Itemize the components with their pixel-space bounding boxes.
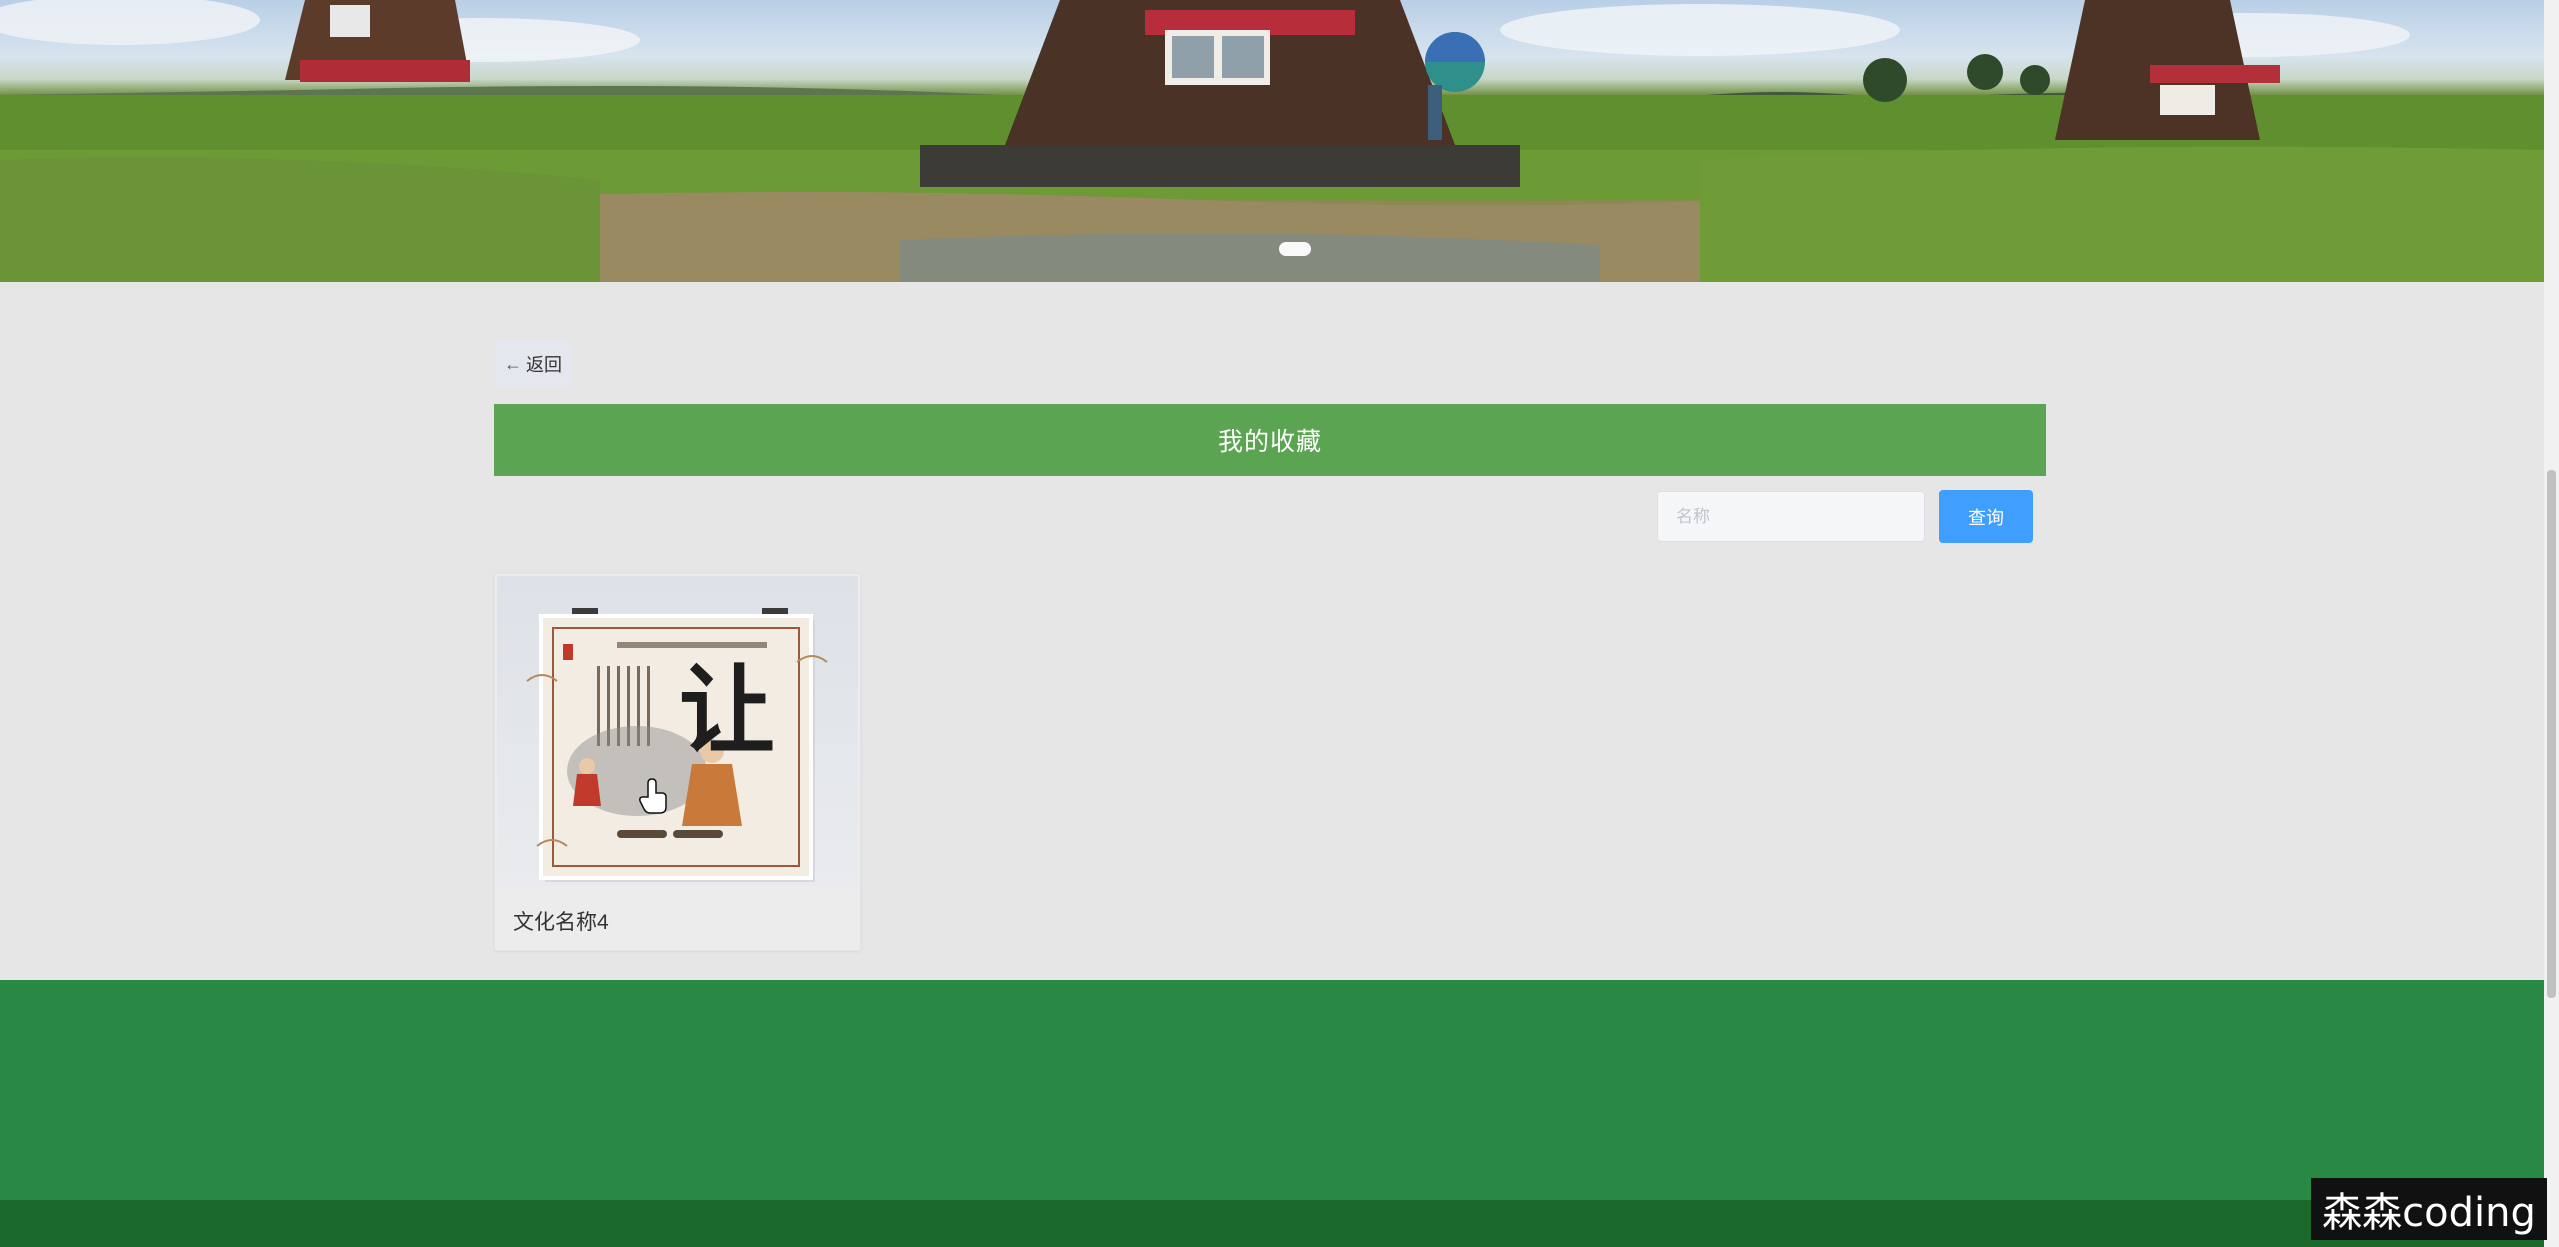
windmill-landscape-image [0, 0, 2544, 282]
search-button[interactable]: 查询 [1939, 490, 2033, 543]
page: ← 返回 我的收藏 查询 [0, 0, 2559, 1247]
back-button[interactable]: ← 返回 [494, 340, 572, 388]
arrow-left-icon: ← [504, 353, 522, 374]
back-button-label: 返回 [526, 355, 562, 375]
footer-bottom-bar [0, 1200, 2559, 1247]
search-input[interactable] [1657, 491, 1925, 542]
favorite-card-image[interactable]: 让 [497, 576, 858, 887]
footer [0, 980, 2544, 1200]
watermark: 森森coding [2311, 1178, 2547, 1240]
carousel-indicator-dot[interactable] [1279, 242, 1311, 256]
favorite-card[interactable]: 让 文化名称4 [494, 573, 861, 951]
poster-character: 让 [679, 654, 775, 767]
favorite-card-title[interactable]: 文化名称4 [513, 906, 609, 936]
page-title: 我的收藏 [1217, 428, 1322, 456]
page-title-bar: 我的收藏 [494, 404, 2046, 476]
page-scrollbar-thumb[interactable] [2547, 470, 2556, 998]
banner-carousel[interactable] [0, 0, 2544, 282]
culture-poster-image: 让 [526, 608, 828, 882]
